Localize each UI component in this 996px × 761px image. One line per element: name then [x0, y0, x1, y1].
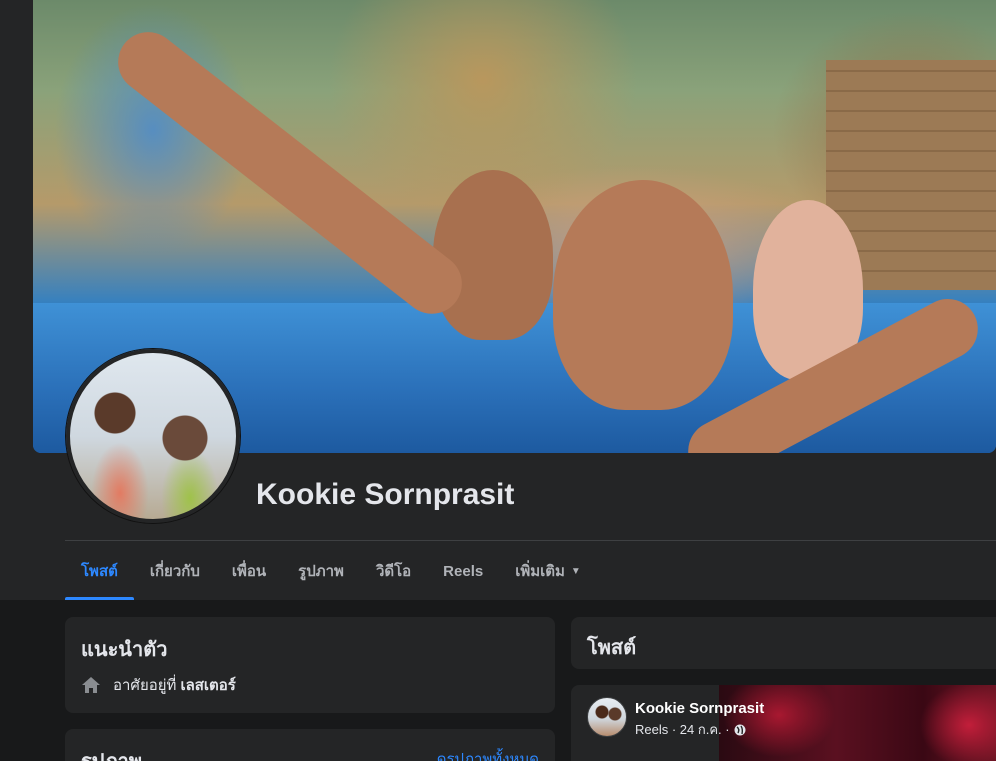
tab-videos[interactable]: วิดีโอ	[360, 542, 427, 600]
post-card: Kookie Sornprasit Reels · 24 ก.ค. ·	[571, 685, 996, 761]
profile-header: Kookie Sornprasit โพสต์ เกี่ยวกับ เพื่อน…	[0, 0, 996, 600]
posts-title: โพสต์	[587, 637, 637, 659]
tab-label: เพื่อน	[231, 563, 267, 580]
tab-label: เพิ่มเติม	[515, 563, 565, 580]
intro-lives-prefix: อาศัยอยู่ที่	[113, 677, 177, 694]
tab-label: เกี่ยวกับ	[149, 563, 200, 580]
tab-label: Reels	[443, 562, 484, 580]
profile-avatar[interactable]	[66, 349, 240, 523]
post-author-avatar[interactable]	[587, 697, 627, 737]
home-icon	[81, 675, 101, 695]
posts-header-card: โพสต์	[571, 617, 996, 669]
tab-posts[interactable]: โพสต์	[65, 542, 134, 600]
post-meta: Reels · 24 ก.ค. ·	[635, 719, 746, 740]
tab-reels[interactable]: Reels	[427, 542, 499, 600]
photos-card: รูปภาพ ดูรูปภาพทั้งหมด	[65, 729, 555, 761]
intro-lives-row: อาศัยอยู่ที่ เลสเตอร์	[81, 673, 236, 697]
photos-title: รูปภาพ	[81, 745, 142, 761]
globe-icon	[734, 724, 746, 736]
profile-name: Kookie Sornprasit	[256, 478, 515, 511]
tab-more[interactable]: เพิ่มเติม ▼	[499, 542, 597, 600]
tab-photos[interactable]: รูปภาพ	[282, 542, 360, 600]
see-all-photos-link[interactable]: ดูรูปภาพทั้งหมด	[437, 747, 539, 761]
caret-down-icon: ▼	[570, 565, 581, 577]
intro-card: แนะนำตัว อาศัยอยู่ที่ เลสเตอร์	[65, 617, 555, 713]
intro-title: แนะนำตัว	[81, 639, 168, 661]
post-author-name[interactable]: Kookie Sornprasit	[635, 700, 764, 717]
post-reel-thumbnail[interactable]	[719, 685, 996, 761]
cover-person	[433, 170, 553, 340]
tab-label: วิดีโอ	[375, 563, 412, 580]
post-meta-text[interactable]: Reels · 24 ก.ค. ·	[635, 719, 730, 740]
profile-tabs: โพสต์ เกี่ยวกับ เพื่อน รูปภาพ วิดีโอ Ree…	[65, 542, 597, 600]
tab-label: รูปภาพ	[298, 563, 344, 580]
tab-label: โพสต์	[81, 563, 118, 580]
cover-arm	[106, 20, 474, 326]
header-divider	[65, 540, 996, 541]
tab-friends[interactable]: เพื่อน	[216, 542, 282, 600]
tab-about[interactable]: เกี่ยวกับ	[134, 542, 216, 600]
cover-person	[553, 180, 733, 410]
intro-lives-place[interactable]: เลสเตอร์	[180, 673, 235, 697]
